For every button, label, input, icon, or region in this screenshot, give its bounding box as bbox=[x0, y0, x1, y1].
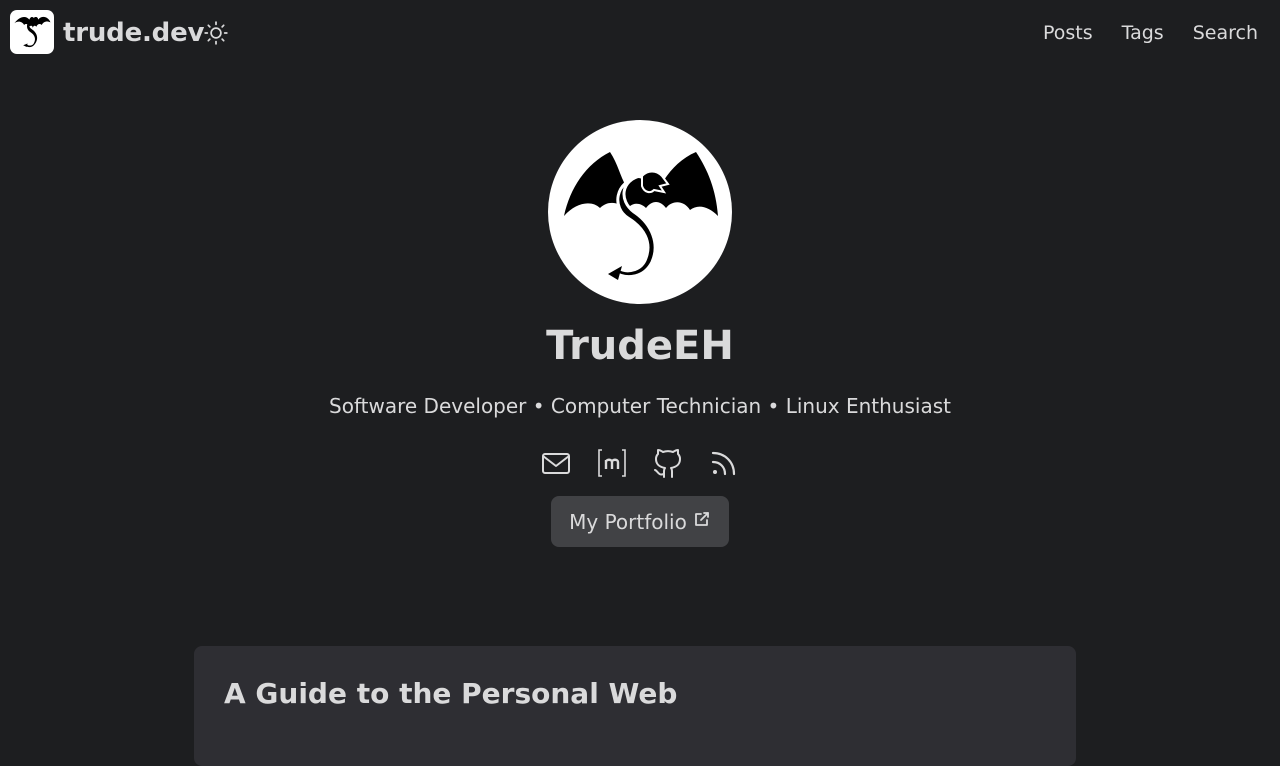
menu-item-tags[interactable]: Tags bbox=[1122, 18, 1164, 48]
site-header: trude.dev Posts Tags Search bbox=[0, 0, 1280, 66]
site-logo-link[interactable] bbox=[10, 10, 54, 54]
portfolio-button[interactable]: My Portfolio bbox=[551, 496, 729, 547]
github-link[interactable] bbox=[652, 447, 684, 479]
main-menu: Posts Tags Search bbox=[1043, 18, 1258, 48]
email-link[interactable] bbox=[540, 447, 572, 479]
profile-section: TrudeEH Software Developer • Computer Te… bbox=[0, 120, 1280, 547]
rss-link[interactable] bbox=[708, 447, 740, 479]
profile-name: TrudeEH bbox=[546, 323, 734, 369]
matrix-link[interactable] bbox=[596, 447, 628, 479]
github-icon bbox=[654, 449, 681, 478]
site-title-link[interactable]: trude.dev bbox=[63, 14, 204, 52]
mail-icon bbox=[542, 453, 570, 474]
post-title: A Guide to the Personal Web bbox=[224, 677, 678, 710]
dragon-avatar-icon bbox=[564, 152, 718, 280]
social-icons bbox=[0, 446, 1280, 480]
dragon-logo-icon bbox=[14, 16, 51, 48]
portfolio-button-label: My Portfolio bbox=[569, 509, 687, 534]
menu-item-search[interactable]: Search bbox=[1193, 18, 1258, 48]
menu-item-posts[interactable]: Posts bbox=[1043, 18, 1093, 48]
profile-subtitle: Software Developer • Computer Technician… bbox=[329, 394, 951, 418]
sun-icon bbox=[204, 21, 228, 45]
rss-icon bbox=[711, 451, 736, 476]
avatar bbox=[548, 120, 732, 304]
external-link-icon bbox=[693, 510, 711, 528]
matrix-icon bbox=[598, 449, 626, 477]
post-card[interactable]: A Guide to the Personal Web bbox=[194, 646, 1076, 766]
theme-toggle-button[interactable] bbox=[203, 20, 229, 46]
